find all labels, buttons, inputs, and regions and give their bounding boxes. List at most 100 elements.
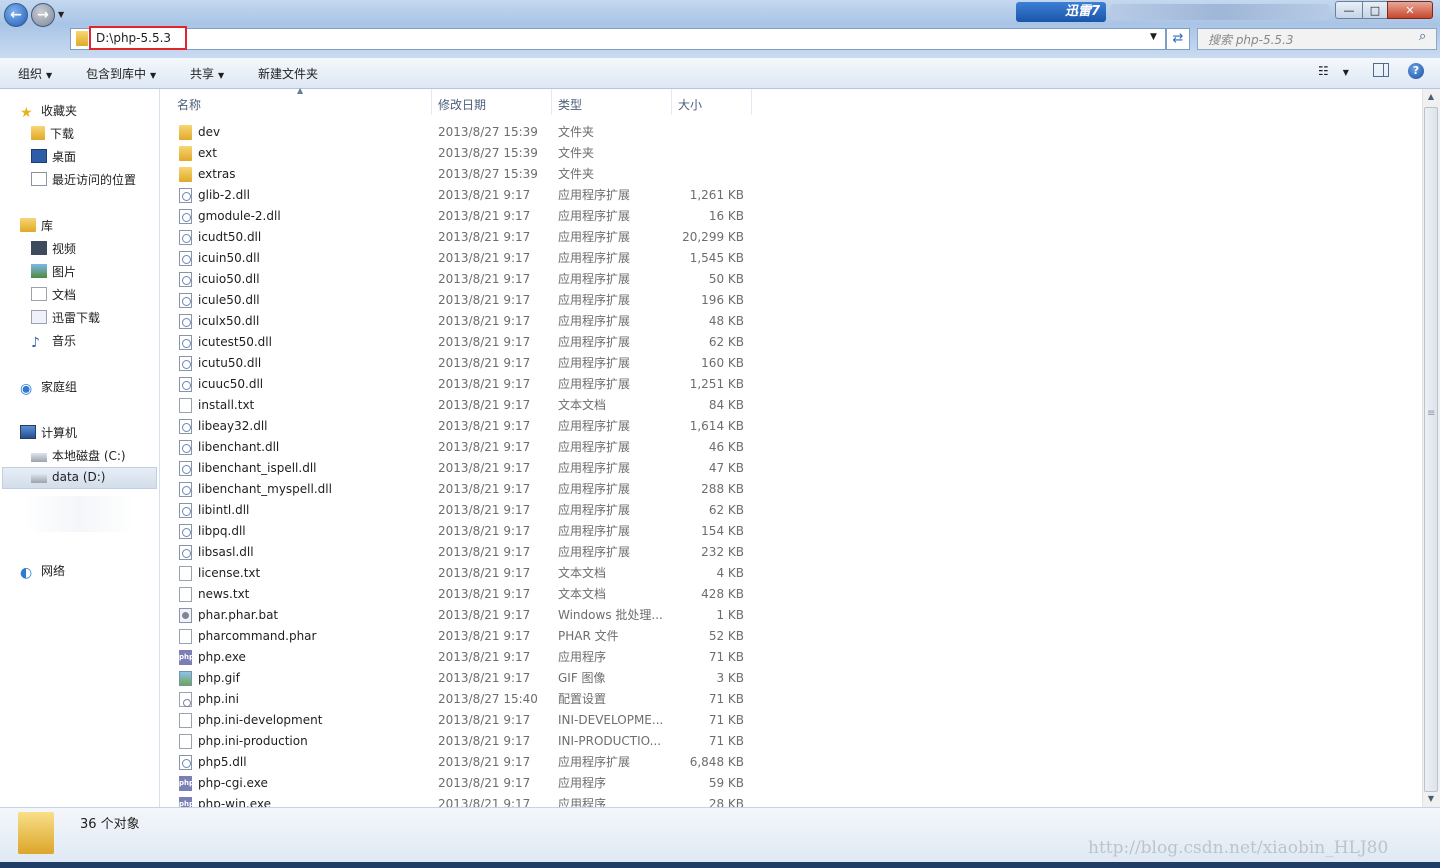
file-row[interactable]: php php.exe 2013/8/21 9:17 应用程序 71 KB: [160, 647, 760, 668]
file-date: 2013/8/21 9:17: [438, 776, 531, 790]
nav-videos[interactable]: 视频: [31, 240, 76, 257]
column-divider[interactable]: [431, 89, 432, 115]
file-row[interactable]: libsasl.dll 2013/8/21 9:17 应用程序扩展 232 KB: [160, 542, 760, 563]
organize-menu[interactable]: 组织 ▼: [18, 65, 52, 82]
scroll-down-icon[interactable]: ▼: [1424, 794, 1438, 803]
file-row[interactable]: libenchant_ispell.dll 2013/8/21 9:17 应用程序扩…: [160, 458, 760, 479]
nav-data-d[interactable]: data (D:): [31, 470, 106, 484]
file-row[interactable]: icudt50.dll 2013/8/21 9:17 应用程序扩展 20,299 KB: [160, 227, 760, 248]
file-name: libeay32.dll: [198, 419, 268, 433]
file-row[interactable]: icutu50.dll 2013/8/21 9:17 应用程序扩展 160 KB: [160, 353, 760, 374]
file-row[interactable]: php.gif 2013/8/21 9:17 GIF 图像 3 KB: [160, 668, 760, 689]
file-row[interactable]: libeay32.dll 2013/8/21 9:17 应用程序扩展 1,614 KB: [160, 416, 760, 437]
file-name: icutu50.dll: [198, 356, 262, 370]
nav-computer[interactable]: 计算机: [20, 424, 77, 441]
file-row[interactable]: ext 2013/8/27 15:39 文件夹: [160, 143, 760, 164]
file-row[interactable]: icuuc50.dll 2013/8/21 9:17 应用程序扩展 1,251 KB: [160, 374, 760, 395]
file-row[interactable]: libintl.dll 2013/8/21 9:17 应用程序扩展 62 KB: [160, 500, 760, 521]
scroll-thumb[interactable]: [1424, 107, 1438, 792]
nav-documents[interactable]: 文档: [31, 286, 76, 303]
file-row[interactable]: libenchant_myspell.dll 2013/8/21 9:17 应用程序…: [160, 479, 760, 500]
file-type: 文本文档: [558, 587, 607, 601]
file-row[interactable]: php5.dll 2013/8/21 9:17 应用程序扩展 6,848 KB: [160, 752, 760, 773]
file-list: dev 2013/8/27 15:39 文件夹 ext 2013/8/27 15:39 文…: [160, 115, 1422, 807]
file-name: gmodule-2.dll: [198, 209, 281, 223]
file-type: Windows 批处理...: [558, 608, 663, 622]
address-path[interactable]: D:\php-5.5.3: [89, 26, 187, 50]
file-row[interactable]: phar.phar.bat 2013/8/21 9:17 Windows 批处理..…: [160, 605, 760, 626]
nav-local-disk-c[interactable]: 本地磁盘 (C:): [31, 447, 126, 464]
nav-libraries[interactable]: 库: [20, 217, 53, 234]
file-row[interactable]: license.txt 2013/8/21 9:17 文本文档 4 KB: [160, 563, 760, 584]
back-button[interactable]: ←: [4, 3, 28, 27]
address-box[interactable]: [70, 28, 1166, 50]
nav-favorites[interactable]: ★ 收藏夹: [20, 102, 77, 120]
search-icon[interactable]: ⌕: [1419, 29, 1426, 44]
nav-recent-places[interactable]: 最近访问的位置: [31, 171, 136, 188]
nav-homegroup[interactable]: ◉ 家庭组: [20, 378, 77, 396]
new-folder-button[interactable]: 新建文件夹: [258, 65, 318, 82]
include-in-library-menu[interactable]: 包含到库中 ▼: [86, 65, 156, 82]
nav-pictures[interactable]: 图片: [31, 263, 76, 280]
file-row[interactable]: extras 2013/8/27 15:39 文件夹: [160, 164, 760, 185]
view-menu[interactable]: ☷ ▼: [1318, 64, 1349, 78]
file-row[interactable]: libenchant.dll 2013/8/21 9:17 应用程序扩展 46 KB: [160, 437, 760, 458]
file-row[interactable]: icuio50.dll 2013/8/21 9:17 应用程序扩展 50 KB: [160, 269, 760, 290]
drive-icon: [31, 474, 47, 483]
details-view-icon: ☷: [1318, 64, 1329, 78]
file-date: 2013/8/21 9:17: [438, 545, 531, 559]
maximize-button[interactable]: □: [1362, 1, 1388, 19]
chevron-down-icon: ▼: [1342, 68, 1349, 77]
nav-network[interactable]: ◐ 网络: [20, 562, 65, 580]
column-header-name[interactable]: 名称: [177, 96, 201, 113]
file-row[interactable]: php php-win.exe 2013/8/21 9:17 应用程序 28 KB: [160, 794, 760, 807]
file-row[interactable]: news.txt 2013/8/21 9:17 文本文档 428 KB: [160, 584, 760, 605]
file-row[interactable]: glib-2.dll 2013/8/21 9:17 应用程序扩展 1,261 KB: [160, 185, 760, 206]
file-row[interactable]: dev 2013/8/27 15:39 文件夹: [160, 122, 760, 143]
file-row[interactable]: icule50.dll 2013/8/21 9:17 应用程序扩展 196 KB: [160, 290, 760, 311]
file-row[interactable]: icutest50.dll 2013/8/21 9:17 应用程序扩展 62 KB: [160, 332, 760, 353]
address-dropdown-icon[interactable]: ▼: [1150, 32, 1157, 42]
column-header-size[interactable]: 大小: [678, 96, 702, 113]
column-header-date[interactable]: 修改日期: [438, 96, 486, 113]
file-row[interactable]: php.ini 2013/8/27 15:40 配置设置 71 KB: [160, 689, 760, 710]
close-button[interactable]: ✕: [1387, 1, 1433, 19]
column-divider[interactable]: [751, 89, 752, 115]
nav-desktop[interactable]: 桌面: [31, 148, 76, 165]
refresh-button[interactable]: ⇄: [1166, 28, 1190, 50]
file-name: icule50.dll: [198, 293, 260, 307]
nav-recent-label: 最近访问的位置: [52, 173, 137, 187]
file-size: 59 KB: [708, 776, 744, 790]
file-row[interactable]: gmodule-2.dll 2013/8/21 9:17 应用程序扩展 16 KB: [160, 206, 760, 227]
drive-icon: [31, 453, 47, 462]
column-divider[interactable]: [671, 89, 672, 115]
file-row[interactable]: libpq.dll 2013/8/21 9:17 应用程序扩展 154 KB: [160, 521, 760, 542]
file-type: 配置设置: [558, 692, 607, 706]
help-button[interactable]: ?: [1408, 63, 1424, 79]
share-menu[interactable]: 共享 ▼: [190, 65, 224, 82]
column-divider[interactable]: [551, 89, 552, 115]
column-header-type[interactable]: 类型: [558, 96, 582, 113]
scroll-up-icon[interactable]: ▲: [1424, 92, 1438, 101]
file-row[interactable]: pharcommand.phar 2013/8/21 9:17 PHAR 文件 52 …: [160, 626, 760, 647]
forward-button[interactable]: →: [31, 3, 55, 27]
nav-downloads[interactable]: 下载: [31, 125, 74, 142]
file-row[interactable]: php.ini-production 2013/8/21 9:17 INI-PROD…: [160, 731, 760, 752]
star-icon: ★: [20, 105, 33, 121]
nav-music[interactable]: ♪ 音乐: [31, 332, 76, 350]
minimize-button[interactable]: —: [1335, 1, 1363, 19]
file-row[interactable]: php.ini-development 2013/8/21 9:17 INI-DEV…: [160, 710, 760, 731]
file-type: 应用程序扩展: [558, 209, 631, 223]
file-row[interactable]: iculx50.dll 2013/8/21 9:17 应用程序扩展 48 KB: [160, 311, 760, 332]
nav-xunlei-downloads[interactable]: 迅雷下载: [31, 309, 100, 326]
file-row[interactable]: install.txt 2013/8/21 9:17 文本文档 84 KB: [160, 395, 760, 416]
file-type: 应用程序扩展: [558, 440, 631, 454]
search-input[interactable]: 搜索 php-5.5.3: [1208, 31, 1294, 48]
chevron-down-icon[interactable]: ▼: [58, 10, 64, 19]
preview-pane-button[interactable]: [1373, 63, 1389, 77]
file-row[interactable]: icuin50.dll 2013/8/21 9:17 应用程序扩展 1,545 KB: [160, 248, 760, 269]
xunlei-badge[interactable]: 迅雷7: [1016, 2, 1106, 22]
file-name: php.gif: [198, 671, 240, 685]
file-size: 1,614 KB: [689, 419, 744, 433]
file-row[interactable]: php php-cgi.exe 2013/8/21 9:17 应用程序 59 KB: [160, 773, 760, 794]
